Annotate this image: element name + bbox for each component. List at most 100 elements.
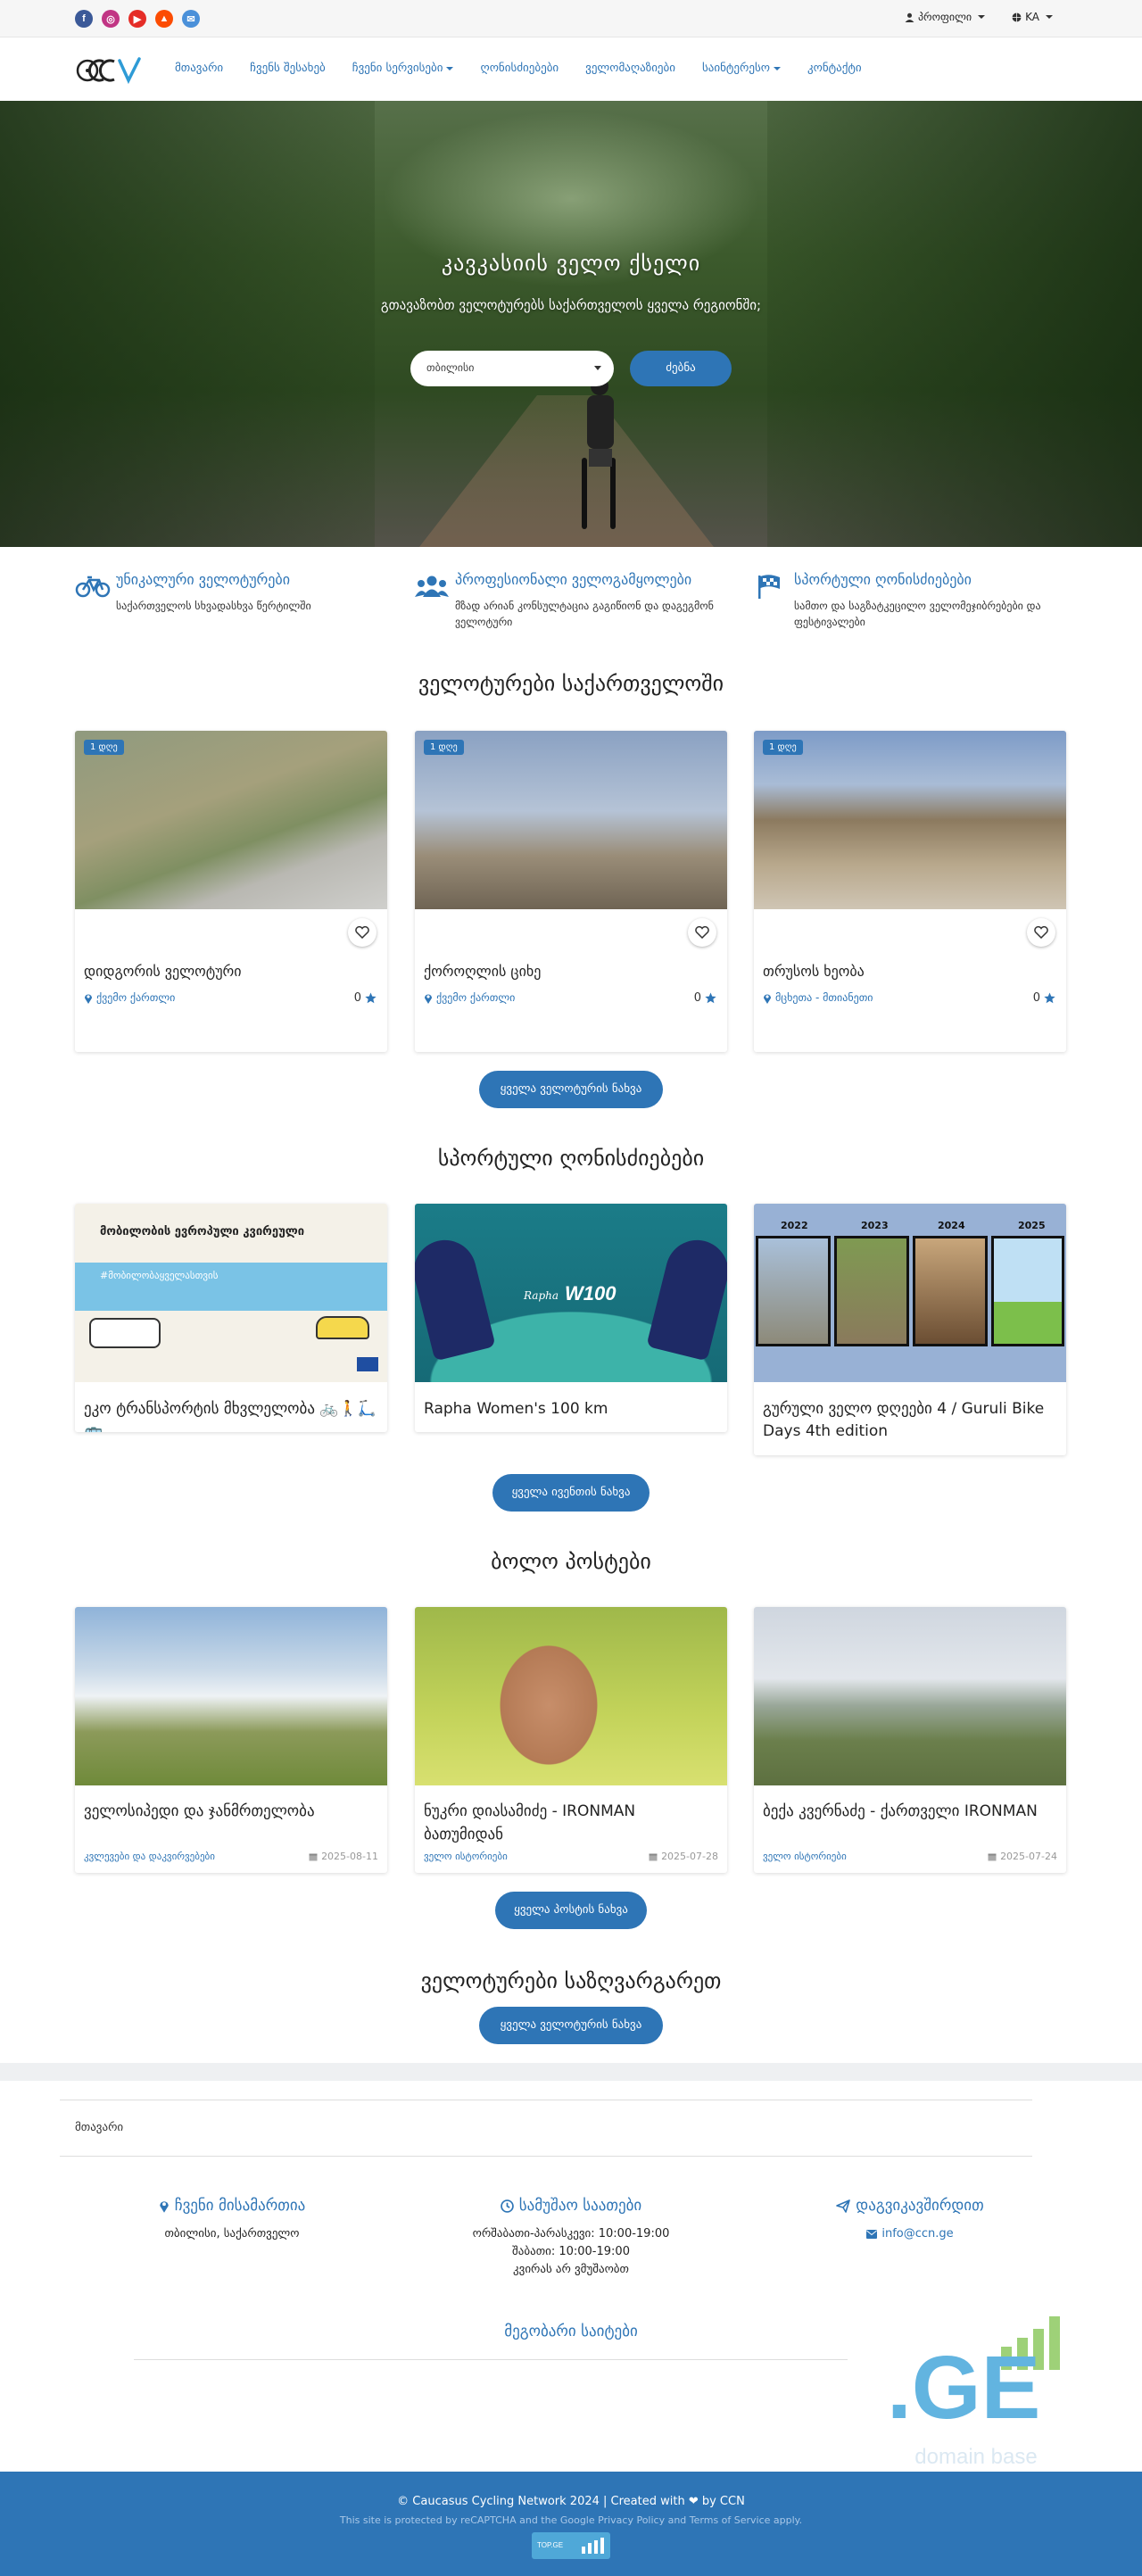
nav-home[interactable]: მთავარი [175, 62, 223, 75]
event-card[interactable]: Rapha W100 Rapha Women's 100 km [415, 1204, 727, 1432]
post-date-value: 2025-08-11 [321, 1851, 378, 1862]
tour-rating-value: 0 [1032, 991, 1040, 1005]
tour-card[interactable]: 1 დღე ქოროღლის ციხე ქვემო ქართლი 0 [415, 731, 727, 1052]
nav-events[interactable]: ღონისძიებები [480, 62, 559, 75]
tour-photo [415, 731, 727, 909]
tour-location: ქვემო ქართლი [84, 991, 175, 1004]
top-ge-counter[interactable]: TOP.GE [532, 2532, 610, 2559]
copyright-text: © Caucasus Cycling Network 2024 | Create… [397, 2495, 745, 2508]
posts-section-title: ბოლო პოსტები [491, 1549, 651, 1574]
search-button[interactable]: ძებნა [630, 351, 732, 386]
event-title[interactable]: Rapha Women's 100 km [424, 1398, 718, 1421]
nav-bike-shops[interactable]: ველომაღაზიები [585, 62, 675, 75]
paper-plane-icon [836, 2199, 851, 2213]
profile-menu[interactable]: პროფილი [905, 11, 986, 23]
youtube-icon[interactable]: ▶ [128, 10, 146, 28]
post-card[interactable]: ნუკრი დიასამიძე - IRONMAN ბათუმიდან ველო… [415, 1607, 727, 1873]
counter-bars-icon [582, 2538, 604, 2554]
language-menu[interactable]: KA [1012, 11, 1053, 23]
all-events-button[interactable]: ყველა ივენთის ნახვა [492, 1474, 650, 1512]
hero-cyclist [582, 377, 616, 529]
event-poster: მობილობის ევროპული კვირეული #მობილობაყვე… [75, 1204, 387, 1382]
all-posts-button[interactable]: ყველა პოსტის ნახვა [495, 1892, 647, 1929]
post-title[interactable]: ბექა კვერნაძე - ქართველი IRONMAN [763, 1800, 1057, 1823]
tour-photo [75, 731, 387, 909]
post-date: 2025-07-24 [988, 1851, 1057, 1862]
heart-icon[interactable] [348, 918, 377, 947]
features-row: უნიკალური ველოტურები საქართველოს სხვადას… [75, 567, 1067, 639]
email-icon[interactable]: ✉ [182, 10, 200, 28]
post-photo [415, 1607, 727, 1785]
strava-icon[interactable]: ▲ [155, 10, 173, 28]
poster-hand-right [646, 1233, 727, 1362]
map-marker-icon [85, 994, 92, 1004]
poster-photo-2025 [991, 1236, 1064, 1346]
calendar-icon [309, 1853, 318, 1860]
ge-domain-logo[interactable]: .GE domain base [887, 2316, 1080, 2469]
nav-services-label: ჩვენი სერვისები [352, 62, 443, 75]
poster-year: 2022 [781, 1220, 808, 1231]
event-card[interactable]: მობილობის ევროპული კვირეული #მობილობაყვე… [75, 1204, 387, 1432]
footer-breadcrumb[interactable]: მთავარი [75, 2121, 123, 2134]
feature-desc: სამთო და საგზატკეცილო ველომეჯიბრებები და… [794, 600, 1041, 628]
event-title[interactable]: ეკო ტრანსპორტის მხვლელობა 🚲🚶🛴🚌 [84, 1398, 378, 1432]
duration-badge: 1 დღე [763, 740, 803, 755]
post-card[interactable]: ველოსიპედი და ჯანმრთელობა კვლევები და და… [75, 1607, 387, 1873]
star-icon [1044, 992, 1055, 1004]
all-abroad-tours-button[interactable]: ყველა ველოტურის ნახვა [479, 2007, 663, 2044]
top-bar: f ◎ ▶ ▲ ✉ პროფილი KA [0, 0, 1142, 37]
hours-line: ორშაბათი-პარასკევი: 10:00-19:00 [472, 2227, 670, 2241]
tour-name[interactable]: თრუსოს ხეობა [763, 963, 865, 980]
tour-card[interactable]: 1 დღე დიდგორის ველოტური ქვემო ქართლი 0 [75, 731, 387, 1052]
all-tours-button[interactable]: ყველა ველოტურის ნახვა [479, 1071, 663, 1108]
poster-brand: Rapha [524, 1289, 559, 1302]
tour-name[interactable]: ქოროღლის ციხე [424, 963, 541, 980]
nav-interesting-label: საინტერესო [702, 62, 770, 75]
footer-hours: სამუშაო საათები ორშაბათი-პარასკევი: 10:0… [419, 2197, 723, 2279]
chevron-down-icon [978, 15, 986, 19]
poster-photo-2023 [834, 1236, 909, 1346]
footer-email-link[interactable]: info@ccn.ge [758, 2225, 1062, 2243]
bicycle-icon [75, 576, 111, 598]
users-icon [415, 576, 449, 597]
heart-icon[interactable] [1027, 918, 1055, 947]
region-select[interactable]: თბილისი [410, 351, 614, 386]
post-title[interactable]: ველოსიპედი და ჯანმრთელობა [84, 1800, 378, 1823]
poster-heading: მობილობის ევროპული კვირეული [100, 1225, 305, 1238]
ccn-logo[interactable] [75, 54, 150, 85]
nav-interesting[interactable]: საინტერესო [702, 62, 781, 75]
chevron-down-icon [446, 66, 454, 70]
hero-trail [419, 395, 714, 547]
chevron-down-icon [773, 66, 781, 70]
footer-contact: დაგვიკავშირდით info@ccn.ge [758, 2197, 1062, 2243]
post-title[interactable]: ნუკრი დიასამიძე - IRONMAN ბათუმიდან [424, 1800, 718, 1846]
tour-rating: 0 [1033, 991, 1055, 1005]
user-icon [905, 12, 914, 22]
instagram-icon[interactable]: ◎ [102, 10, 120, 28]
post-category[interactable]: ველო ისტორიები [424, 1851, 508, 1862]
heart-icon[interactable] [688, 918, 716, 947]
language-label: KA [1025, 11, 1039, 23]
footer-bottom-bar: © Caucasus Cycling Network 2024 | Create… [0, 2472, 1142, 2576]
tour-location-label: ქვემო ქართლი [436, 991, 516, 1004]
nav-about[interactable]: ჩვენს შესახებ [250, 62, 326, 75]
post-card[interactable]: ბექა კვერნაძე - ქართველი IRONMAN ველო ის… [754, 1607, 1066, 1873]
post-date-value: 2025-07-24 [1000, 1851, 1057, 1862]
map-marker-icon [425, 994, 432, 1004]
facebook-icon[interactable]: f [75, 10, 93, 28]
event-card[interactable]: 2022 2023 2024 2025 გურული ველო დღეები 4… [754, 1204, 1066, 1455]
post-date: 2025-07-28 [649, 1851, 718, 1862]
nav-services[interactable]: ჩვენი სერვისები [352, 62, 454, 75]
post-category[interactable]: კვლევები და დაკვირვებები [84, 1851, 215, 1862]
main-nav: მთავარი ჩვენს შესახებ ჩვენი სერვისები ღო… [0, 38, 1142, 101]
recaptcha-notice: This site is protected by reCAPTCHA and … [339, 2514, 803, 2526]
tour-name[interactable]: დიდგორის ველოტური [84, 963, 242, 980]
tours-section-title: ველოტურები საქართველოში [418, 671, 724, 696]
post-category[interactable]: ველო ისტორიები [763, 1851, 847, 1862]
tour-card[interactable]: 1 დღე თრუსოს ხეობა მცხეთა - მთიანეთი 0 [754, 731, 1066, 1052]
poster-year: 2023 [861, 1220, 889, 1231]
poster-year: 2025 [1018, 1220, 1046, 1231]
nav-contact[interactable]: კონტაქტი [807, 62, 862, 75]
hours-line: შაბათი: 10:00-19:00 [512, 2245, 630, 2258]
event-title[interactable]: გურული ველო დღეები 4 / Guruli Bike Days … [763, 1398, 1057, 1443]
